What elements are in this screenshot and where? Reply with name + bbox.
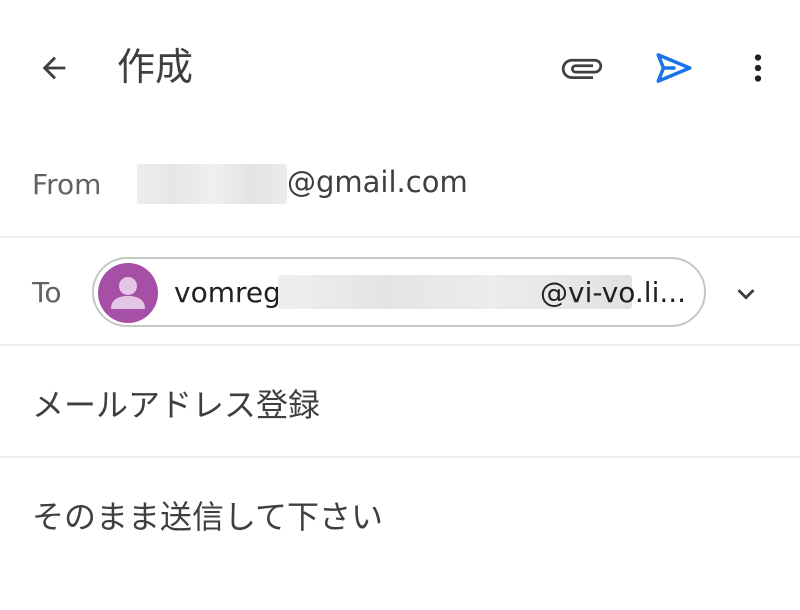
redacted-sender-name	[137, 164, 287, 204]
back-button[interactable]	[26, 44, 82, 92]
top-app-bar: 作成	[0, 0, 800, 132]
subject-row: メールアドレス登録	[0, 348, 800, 456]
recipient-chip[interactable]: vomreg @vi-vo.li...	[92, 257, 706, 327]
arrow-back-icon	[42, 56, 66, 80]
send-button[interactable]	[648, 42, 700, 94]
attach-button[interactable]	[556, 42, 608, 94]
page-title: 作成	[117, 45, 194, 89]
to-label: To	[32, 276, 62, 309]
more-options-button[interactable]	[734, 42, 782, 94]
avatar	[98, 263, 158, 323]
person-icon	[111, 277, 145, 309]
divider	[0, 344, 800, 346]
chevron-down-icon	[737, 289, 755, 300]
from-label: From	[32, 168, 102, 201]
expand-recipients-button[interactable]	[722, 270, 770, 318]
paperclip-icon	[561, 58, 603, 79]
divider	[0, 236, 800, 238]
recipient-domain: @vi-vo.li...	[540, 276, 687, 309]
body-row: そのまま送信して下さい	[0, 460, 800, 610]
send-icon	[656, 53, 692, 83]
subject-field[interactable]: メールアドレス登録	[32, 380, 752, 426]
compose-screen: 作成 From @gmail.com To vomreg @vi-vo.li..…	[0, 0, 800, 610]
from-row: From @gmail.com	[0, 140, 800, 232]
recipient-name: vomreg	[174, 276, 281, 309]
divider	[0, 456, 800, 458]
more-vert-icon	[754, 54, 762, 82]
to-row: To vomreg @vi-vo.li...	[0, 240, 800, 346]
from-address[interactable]: @gmail.com	[287, 165, 468, 199]
body-field[interactable]: そのまま送信して下さい	[32, 492, 752, 538]
